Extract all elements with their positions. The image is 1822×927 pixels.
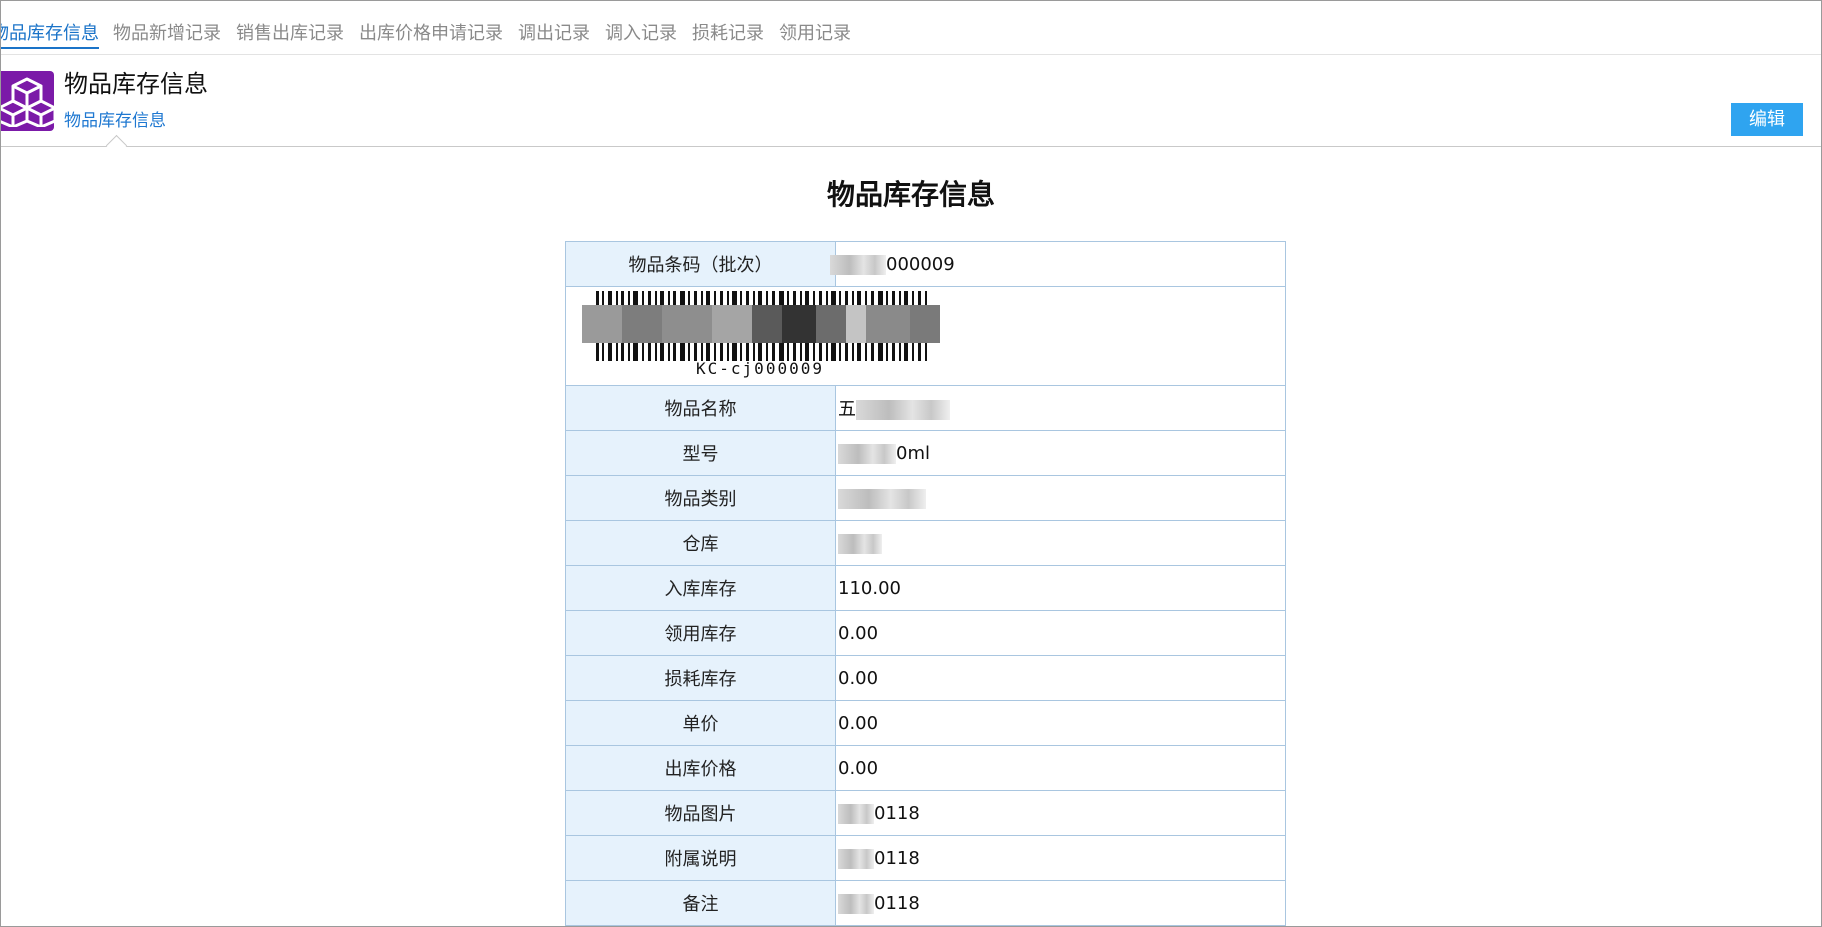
row-label-category: 物品类别 [565,475,836,521]
note-value: 0118 [874,847,920,869]
tab-transfer-in-records[interactable]: 调入记录 [605,22,677,46]
table-row: 损耗库存 0.00 [565,655,1286,701]
row-value-note: 0118 [835,835,1286,881]
table-row: 单价 0.00 [565,700,1286,746]
model-value: 0ml [896,442,930,464]
row-value-in-stock: 110.00 [835,565,1286,611]
table-row: 领用库存 0.00 [565,610,1286,656]
row-label-unit-price: 单价 [565,700,836,746]
image-value: 0118 [874,802,920,824]
header-title: 物品库存信息 [64,70,208,98]
table-row: 备注 0118 [565,880,1286,926]
tab-bar: 物品库存信息 物品新增记录 销售出库记录 出库价格申请记录 调出记录 调入记录 … [1,1,1821,55]
page-title: 物品库存信息 [826,178,995,211]
tab-sales-out-records[interactable]: 销售出库记录 [236,22,344,46]
row-label-in-stock: 入库库存 [565,565,836,611]
table-row: 型号 0ml [565,430,1286,476]
row-label-name: 物品名称 [565,385,836,431]
table-row: KC-cj000009 [565,286,1286,386]
row-label-barcode: 物品条码（批次） [565,241,836,287]
barcode-caption: KC-cj000009 [696,359,824,378]
table-row: 物品名称 五 [565,385,1286,431]
barcode-value: 000009 [886,253,955,275]
redacted-block [838,893,874,914]
table-row: 出库价格 0.00 [565,745,1286,791]
table-row: 物品图片 0118 [565,790,1286,836]
stock-info-table: 物品条码（批次） 000009 KC-cj000009 物品名称 五 型号 0m… [565,241,1286,926]
row-value-name: 五 [835,385,1286,431]
redacted-block [838,803,874,824]
row-label-warehouse: 仓库 [565,520,836,566]
row-label-remark: 备注 [565,880,836,926]
table-row: 物品条码（批次） 000009 [565,241,1286,287]
row-value-category [835,475,1286,521]
redacted-block [838,533,882,554]
row-label-note: 附属说明 [565,835,836,881]
name-value: 五 [838,399,856,420]
redacted-block [838,848,874,869]
row-label-model: 型号 [565,430,836,476]
redacted-block [838,488,926,509]
redacted-block [838,443,896,464]
barcode-image-cell: KC-cj000009 [565,286,1286,386]
page-header: 物品库存信息 物品库存信息 编辑 [1,55,1821,157]
row-value-unit-price: 0.00 [835,700,1286,746]
active-indicator-caret [105,134,128,157]
redacted-block [830,254,886,275]
table-row: 入库库存 110.00 [565,565,1286,611]
app-window: 物品库存信息 物品新增记录 销售出库记录 出库价格申请记录 调出记录 调入记录 … [0,0,1822,927]
tab-loss-records[interactable]: 损耗记录 [692,22,764,46]
row-value-image: 0118 [835,790,1286,836]
row-value-model: 0ml [835,430,1286,476]
row-value-warehouse [835,520,1286,566]
row-value-barcode: 000009 [830,241,1286,287]
tab-usage-records[interactable]: 领用记录 [779,22,851,46]
table-row: 仓库 [565,520,1286,566]
row-value-remark: 0118 [835,880,1286,926]
row-label-loss-stock: 损耗库存 [565,655,836,701]
row-label-image: 物品图片 [565,790,836,836]
redacted-block [856,400,950,420]
tab-price-request-records[interactable]: 出库价格申请记录 [359,22,503,46]
row-label-used-stock: 领用库存 [565,610,836,656]
tab-stock-info[interactable]: 物品库存信息 [1,22,99,49]
edit-button[interactable]: 编辑 [1731,103,1803,136]
row-value-loss-stock: 0.00 [835,655,1286,701]
table-row: 物品类别 [565,475,1286,521]
remark-value: 0118 [874,892,920,914]
tab-add-records[interactable]: 物品新增记录 [113,22,221,46]
cubes-icon [1,71,54,131]
table-row: 附属说明 0118 [565,835,1286,881]
row-value-used-stock: 0.00 [835,610,1286,656]
row-value-out-price: 0.00 [835,745,1286,791]
tab-transfer-out-records[interactable]: 调出记录 [518,22,590,46]
header-subtitle-link[interactable]: 物品库存信息 [64,109,166,133]
row-label-out-price: 出库价格 [565,745,836,791]
barcode-image: KC-cj000009 [580,287,1000,385]
